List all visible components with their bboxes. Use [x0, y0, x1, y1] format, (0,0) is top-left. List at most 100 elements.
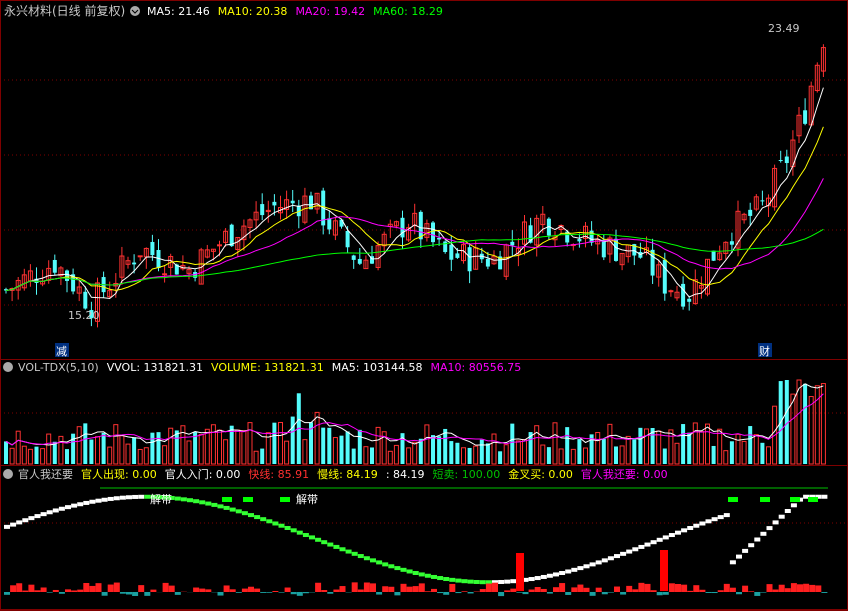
ind-label-2: 官人入门: 0.00	[165, 467, 241, 481]
indicator-bar-up	[113, 582, 120, 592]
indicator-bar-up	[742, 585, 749, 592]
vvol-label: VVOL: 131821.31	[107, 361, 203, 374]
indicator-bar-up	[40, 587, 47, 592]
indicator-bar-up	[431, 588, 437, 592]
indicator-bar-up	[571, 587, 578, 592]
indicator-step	[119, 495, 126, 500]
volume-bar	[76, 426, 82, 465]
volume-bar	[711, 445, 716, 464]
volume-bar	[424, 424, 430, 465]
indicator-step	[211, 502, 218, 507]
indicator-step	[748, 543, 755, 548]
ma20-label: MA20: 19.42	[295, 5, 365, 18]
indicator-step	[388, 564, 395, 569]
candle-body	[327, 218, 332, 230]
indicator-step	[638, 544, 645, 549]
indicator-step	[4, 524, 10, 529]
indicator-step	[577, 566, 584, 571]
indicator-step	[370, 558, 376, 563]
indicator-bar-up	[223, 585, 230, 592]
volume-bar	[449, 441, 454, 464]
indicator-bar-up	[382, 586, 389, 592]
indicator-bar-down	[296, 592, 303, 596]
indicator-step	[412, 570, 419, 575]
indicator-bar-up	[650, 590, 657, 592]
volume-bar	[162, 445, 168, 465]
signal-spike-1	[516, 553, 524, 591]
indicator-step	[241, 511, 248, 516]
tag-jian: 减	[56, 345, 67, 358]
indicator-bar-up	[229, 589, 236, 592]
indicator-step	[705, 519, 712, 524]
indicator-bar-up	[351, 582, 358, 592]
volume-bar	[83, 423, 88, 464]
indicator-step	[418, 572, 425, 577]
volume-bar	[125, 443, 131, 465]
indicator-bar-down	[565, 592, 572, 595]
candle-body	[437, 237, 442, 240]
volume-bar	[467, 447, 472, 464]
volume-bar	[290, 416, 295, 464]
indicator-bar-up	[809, 584, 816, 592]
candle-body	[132, 262, 137, 265]
indicator-bar-up	[559, 583, 566, 592]
indicator-bar-down	[126, 592, 132, 595]
indicator-step	[766, 526, 773, 531]
indicator-step	[199, 500, 206, 505]
candle-body	[577, 239, 582, 242]
indicator-bar-up	[272, 590, 279, 592]
dropdown-icon[interactable]	[130, 6, 140, 16]
indicator-bar-down	[327, 592, 334, 594]
indicator-bar-up	[16, 583, 23, 592]
indicator-bar-up	[626, 585, 633, 592]
indicator-step	[89, 499, 96, 504]
volume-bar	[21, 445, 27, 465]
indicator-bar-up	[583, 587, 590, 592]
volume-bar	[735, 433, 741, 465]
ind-label-4: 慢线: 84.19	[317, 467, 378, 481]
volume-bar	[387, 450, 393, 465]
candle-body	[52, 259, 57, 273]
indicator-step	[821, 494, 828, 499]
indicator-step	[589, 562, 596, 567]
indicator-bar-down	[662, 592, 669, 595]
candle-body	[601, 239, 606, 258]
stock-chart: 永兴材料(日线 前复权) MA5: 21.46 MA10: 20.38 MA20…	[0, 0, 848, 611]
indicator-step	[28, 516, 35, 521]
indicator-bar-up	[150, 589, 157, 592]
indicator-bar-up	[729, 587, 736, 592]
volume-bar	[113, 424, 119, 465]
indicator-step	[662, 535, 669, 540]
ind-label-1: 官人出现: 0.00	[81, 467, 157, 481]
vol-dropdown-icon[interactable]	[3, 362, 13, 372]
volume-bar	[437, 436, 442, 464]
indicator-bar-up	[668, 583, 675, 592]
volume-bar	[583, 447, 588, 465]
indicator-step	[546, 573, 553, 578]
indicator-bar-up	[479, 589, 486, 592]
indicator-bar-up	[772, 589, 779, 592]
indicator-bar-down	[754, 592, 761, 596]
indicator-bar-up	[778, 584, 785, 592]
indicator-step	[443, 577, 450, 582]
indicator-step	[424, 573, 431, 578]
indicator-step	[40, 512, 47, 517]
green-marker	[728, 497, 738, 502]
indicator-bar-up	[205, 589, 212, 592]
indicator-bar-up	[504, 590, 511, 592]
indicator-bar-up	[357, 589, 364, 592]
indicator-bar-up	[95, 583, 102, 592]
ind-label-8: 官人我还要: 0.00	[581, 467, 668, 481]
volume-bar	[485, 443, 490, 464]
indicator-step	[437, 576, 444, 581]
green-marker	[760, 497, 770, 502]
jiedai-annotation-1: 解带	[150, 492, 172, 506]
indicator-step	[333, 544, 340, 549]
indicator-step	[174, 496, 181, 501]
indicator-step	[22, 518, 29, 523]
volume-bar	[375, 426, 381, 465]
ind-dropdown-icon[interactable]	[3, 469, 13, 479]
indicator-bar-down	[235, 592, 242, 593]
volume-bar	[546, 447, 551, 464]
volume-bar	[491, 433, 497, 465]
